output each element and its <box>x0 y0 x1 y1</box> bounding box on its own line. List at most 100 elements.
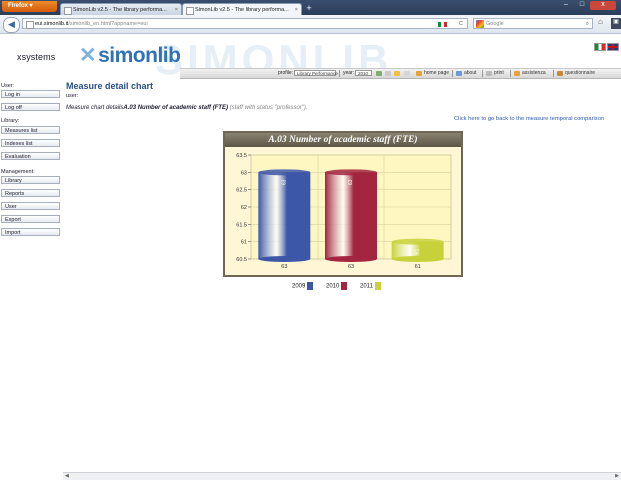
legend-label: 2011 <box>360 283 373 290</box>
print-icon <box>486 71 492 76</box>
english-language-flag-icon[interactable] <box>607 43 619 51</box>
info-icon <box>456 71 462 76</box>
bar-data-label: 61 <box>415 249 421 255</box>
sidebar-item-reports[interactable]: Reports <box>1 189 60 197</box>
y-tick-label: 62.5 <box>236 188 247 194</box>
bar-chart: 63.5 63 62.5 62 61.5 61 60.5 63 63 63 63 61 61 <box>236 153 452 270</box>
toolbar-divider <box>482 70 483 77</box>
home-icon[interactable]: ⌂ <box>598 17 608 29</box>
browser-tab-bar: Firefox ▾ SimonLib v2.5 - The library pe… <box>0 0 621 15</box>
measure-name: A.03 Number of academic staff (FTE) <box>123 105 228 111</box>
browser-tab[interactable]: SimonLib v2.5 - The library performa... … <box>60 3 182 15</box>
bar-top <box>325 169 377 176</box>
sidebar-item-measures[interactable]: Measures list <box>1 126 60 134</box>
italy-flag-icon <box>438 22 447 27</box>
y-tick-label: 60.5 <box>236 257 247 263</box>
bar-data-label: 63 <box>281 179 287 185</box>
address-bar[interactable]: eui.simonlib.it/simonlib_en.html?appname… <box>22 18 468 29</box>
refresh-icon[interactable] <box>376 71 382 76</box>
bar-base <box>258 256 311 262</box>
back-arrow-icon[interactable]: ◀ <box>3 17 20 33</box>
print-link[interactable]: print <box>494 69 504 78</box>
sidebar-item-indexes[interactable]: Indexes list <box>1 139 60 147</box>
firefox-menu-button[interactable]: Firefox ▾ <box>2 1 57 12</box>
page-icon <box>186 7 194 15</box>
sidebar-item-logoff[interactable]: Log off <box>1 103 60 111</box>
close-tab-icon[interactable]: × <box>295 4 298 15</box>
home-page-link[interactable]: home page <box>424 69 449 78</box>
chart-title: A.03 Number of academic staff (FTE) <box>225 133 461 147</box>
sidebar-item-library[interactable]: Library <box>1 176 60 184</box>
sidebar-section-library: Library: <box>1 118 20 124</box>
star-icon[interactable] <box>394 71 400 76</box>
legend-swatch <box>307 282 314 290</box>
year-select[interactable]: 2010 <box>355 70 372 76</box>
assistance-link[interactable]: assistenza <box>522 69 546 78</box>
search-placeholder: Google <box>486 21 504 27</box>
minimize-button[interactable]: – <box>558 1 574 10</box>
legend-item: 2011 <box>360 282 381 290</box>
company-logo: xsystems <box>17 52 56 62</box>
legend-swatch <box>374 282 381 290</box>
new-tab-button[interactable]: + <box>303 3 315 14</box>
questionnaire-icon <box>557 71 563 76</box>
legend-label: 2009 <box>292 283 306 290</box>
toolbar-divider <box>452 70 453 77</box>
y-tick-label: 62 <box>241 205 247 211</box>
sidebar-item-evaluation[interactable]: Evaluation <box>1 152 60 160</box>
sidebar-item-login[interactable]: Log in <box>1 90 60 98</box>
search-box[interactable]: Google ⌕ <box>473 18 593 29</box>
about-link[interactable]: about <box>464 69 477 78</box>
sidebar-item-export[interactable]: Export <box>1 215 60 223</box>
bar-base <box>325 256 377 262</box>
measure-status: (staff with status "professor"). <box>229 105 308 111</box>
chart-panel: A.03 Number of academic staff (FTE) 63.5… <box>223 131 463 277</box>
questionnaire-link[interactable]: questionnaire <box>565 69 595 78</box>
legend-label: 2010 <box>326 283 340 290</box>
app-logo: ✕simonlib <box>79 43 181 68</box>
x-tick-label: 61 <box>415 264 421 270</box>
bar-base <box>391 256 444 262</box>
help-icon <box>514 71 520 76</box>
tab-title: SimonLib v2.5 - The library performa... <box>195 7 289 13</box>
toolbar-divider <box>553 70 554 77</box>
close-window-button[interactable]: x <box>590 1 616 10</box>
year-label: year: <box>343 70 355 76</box>
maximize-button[interactable]: □ <box>574 1 590 10</box>
bar-top <box>391 238 444 245</box>
toolbar-divider <box>510 70 511 77</box>
bar-top <box>258 169 311 176</box>
page-title: Measure detail chart <box>66 81 154 91</box>
y-tick-label: 61 <box>241 240 247 246</box>
reload-icon[interactable]: C <box>459 19 463 30</box>
back-to-comparison-link[interactable]: Click here to go back to the measure tem… <box>454 116 604 122</box>
browser-nav-bar: ◀ eui.simonlib.it/simonlib_en.html?appna… <box>0 15 621 34</box>
page-icon <box>64 7 72 15</box>
nav-icon[interactable] <box>404 71 410 76</box>
browser-tab-active[interactable]: SimonLib v2.5 - The library performa... … <box>182 3 302 15</box>
bar-data-label: 63 <box>348 179 354 185</box>
x-tick-label: 63 <box>348 264 354 270</box>
y-tick-label: 63.5 <box>236 153 247 159</box>
close-tab-icon[interactable]: × <box>175 4 178 15</box>
nav-icon[interactable] <box>385 71 391 76</box>
legend-swatch <box>341 282 348 290</box>
extension-icon[interactable]: ▣ <box>611 18 621 29</box>
app-logo-text: simonlib <box>98 44 181 67</box>
italian-language-flag-icon[interactable] <box>594 43 606 51</box>
profile-select[interactable]: Library Performance <box>294 70 338 76</box>
search-icon[interactable]: ⌕ <box>586 19 589 30</box>
tab-title: SimonLib v2.5 - The library performa... <box>73 7 167 13</box>
logo-mark-icon: ✕ <box>79 44 97 67</box>
site-identity-icon[interactable] <box>26 21 34 29</box>
home-icon <box>416 71 422 76</box>
app-toolbar: profile: Library Performance year: 2010 … <box>180 68 621 79</box>
scroll-right-icon[interactable]: ▶ <box>615 473 619 479</box>
profile-label: profile: <box>278 70 294 76</box>
x-tick-label: 63 <box>281 264 287 270</box>
user-line: user: <box>66 93 79 99</box>
scroll-left-icon[interactable]: ◀ <box>65 473 69 479</box>
sidebar-section-user: User: <box>1 83 15 89</box>
sidebar-item-import[interactable]: Import <box>1 228 60 236</box>
sidebar-item-user[interactable]: User <box>1 202 60 210</box>
